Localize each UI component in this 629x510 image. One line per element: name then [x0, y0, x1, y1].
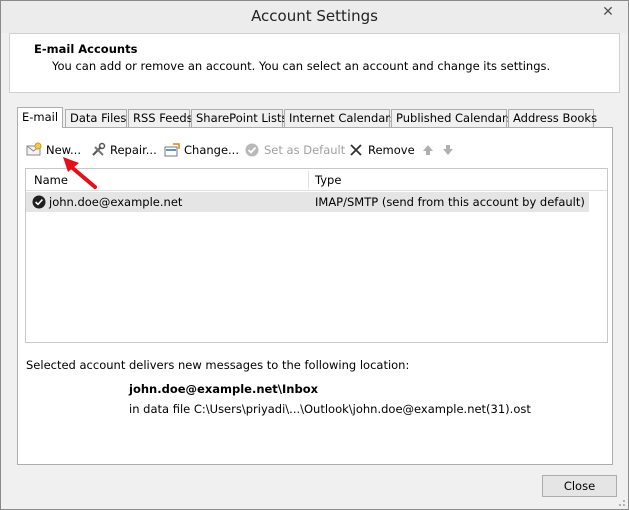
set-default-label: Set as Default [264, 143, 346, 157]
window-close-icon[interactable]: ✕ [594, 2, 622, 22]
account-row[interactable]: john.doe@example.net IMAP/SMTP (send fro… [26, 192, 589, 212]
change-label: Change... [184, 143, 239, 157]
close-button[interactable]: Close [542, 475, 617, 497]
change-button[interactable]: Change... [164, 140, 239, 160]
accounts-list-header: Name Type [26, 169, 607, 191]
remove-button[interactable]: Remove [348, 140, 415, 160]
tab-rss-feeds[interactable]: RSS Feeds [128, 109, 193, 128]
tab-address-books[interactable]: Address Books [508, 109, 597, 128]
column-divider[interactable] [308, 171, 309, 189]
move-down-button[interactable] [440, 140, 460, 160]
account-settings-dialog: Account Settings ✕ E-mail Accounts You c… [0, 0, 629, 510]
annotation-arrow-icon [63, 157, 97, 189]
delivery-label: Selected account delivers new messages t… [26, 358, 410, 372]
account-type: IMAP/SMTP (send from this account by def… [315, 195, 585, 209]
title-bar: Account Settings ✕ [1, 1, 628, 33]
arrow-down-icon [443, 145, 453, 155]
tab-published-calendars[interactable]: Published Calendars [391, 109, 513, 128]
check-circle-icon [245, 143, 259, 157]
remove-x-icon [350, 144, 362, 156]
tab-internet-calendars[interactable]: Internet Calendars [284, 109, 396, 128]
column-header-type[interactable]: Type [315, 169, 341, 191]
resize-grip-icon[interactable] [616, 497, 626, 507]
change-account-icon [164, 143, 180, 157]
repair-label: Repair... [110, 143, 157, 157]
delivery-path: john.doe@example.net\Inbox [129, 382, 319, 396]
account-name: john.doe@example.net [49, 195, 183, 209]
new-account-icon [26, 142, 42, 156]
header-title: E-mail Accounts [34, 42, 138, 56]
move-up-button[interactable] [420, 140, 440, 160]
accounts-list: Name Type john.doe@example.net IMAP/SMTP… [25, 168, 608, 343]
tab-email[interactable]: E-mail [17, 107, 63, 128]
tab-sharepoint-lists[interactable]: SharePoint Lists [191, 109, 288, 128]
header-description: You can add or remove an account. You ca… [52, 59, 551, 73]
default-account-check-icon [32, 195, 46, 209]
window-title: Account Settings [251, 7, 378, 25]
delivery-data-file: in data file C:\Users\priyadi\...\Outloo… [129, 402, 531, 416]
arrow-up-icon [423, 145, 433, 155]
set-default-button[interactable]: Set as Default [244, 140, 345, 160]
remove-label: Remove [368, 143, 415, 157]
tab-data-files[interactable]: Data Files [65, 109, 127, 128]
header-panel: E-mail Accounts You can add or remove an… [9, 33, 620, 93]
